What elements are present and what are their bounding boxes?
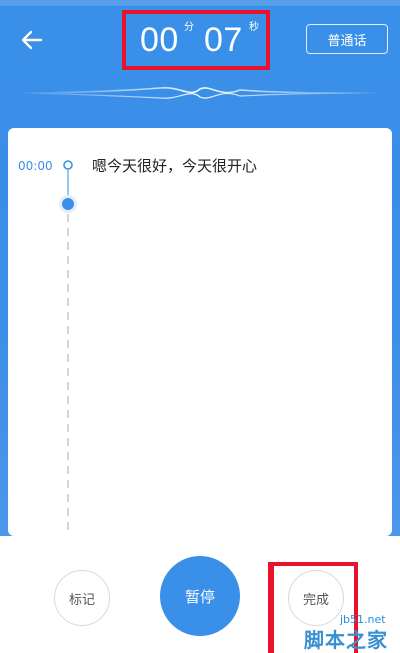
arrow-left-icon [21,30,43,50]
transcript-text: 嗯今天很好，今天很开心 [92,157,258,175]
watermark-url: jb51.net [340,613,386,626]
timer-minutes: 00 [140,21,179,59]
pause-button[interactable]: 暂停 [160,556,240,636]
timeline-current-marker [62,198,74,210]
recording-timer: 00 分 07 秒 [122,10,270,70]
status-bar [0,0,400,6]
timer-seconds-unit: 秒 [249,22,259,33]
done-button[interactable]: 完成 [288,570,344,626]
timer-minutes-unit: 分 [184,22,194,33]
timeline [59,160,77,536]
transcript-card: 00:00 嗯今天很好，今天很开心 [8,128,392,536]
timeline-start-marker [63,160,73,170]
timer-seconds: 07 [204,21,243,59]
back-button[interactable] [14,24,50,56]
waveform [19,87,381,99]
watermark-name: 脚本之家 [304,628,388,652]
language-button[interactable]: 普通话 [306,24,388,54]
recording-screen: 00 分 07 秒 普通话 00:00 嗯今天很好，今天很开心 标记 暂停 完成… [0,0,400,653]
mark-button[interactable]: 标记 [54,570,110,626]
transcript-timestamp: 00:00 [18,159,53,173]
